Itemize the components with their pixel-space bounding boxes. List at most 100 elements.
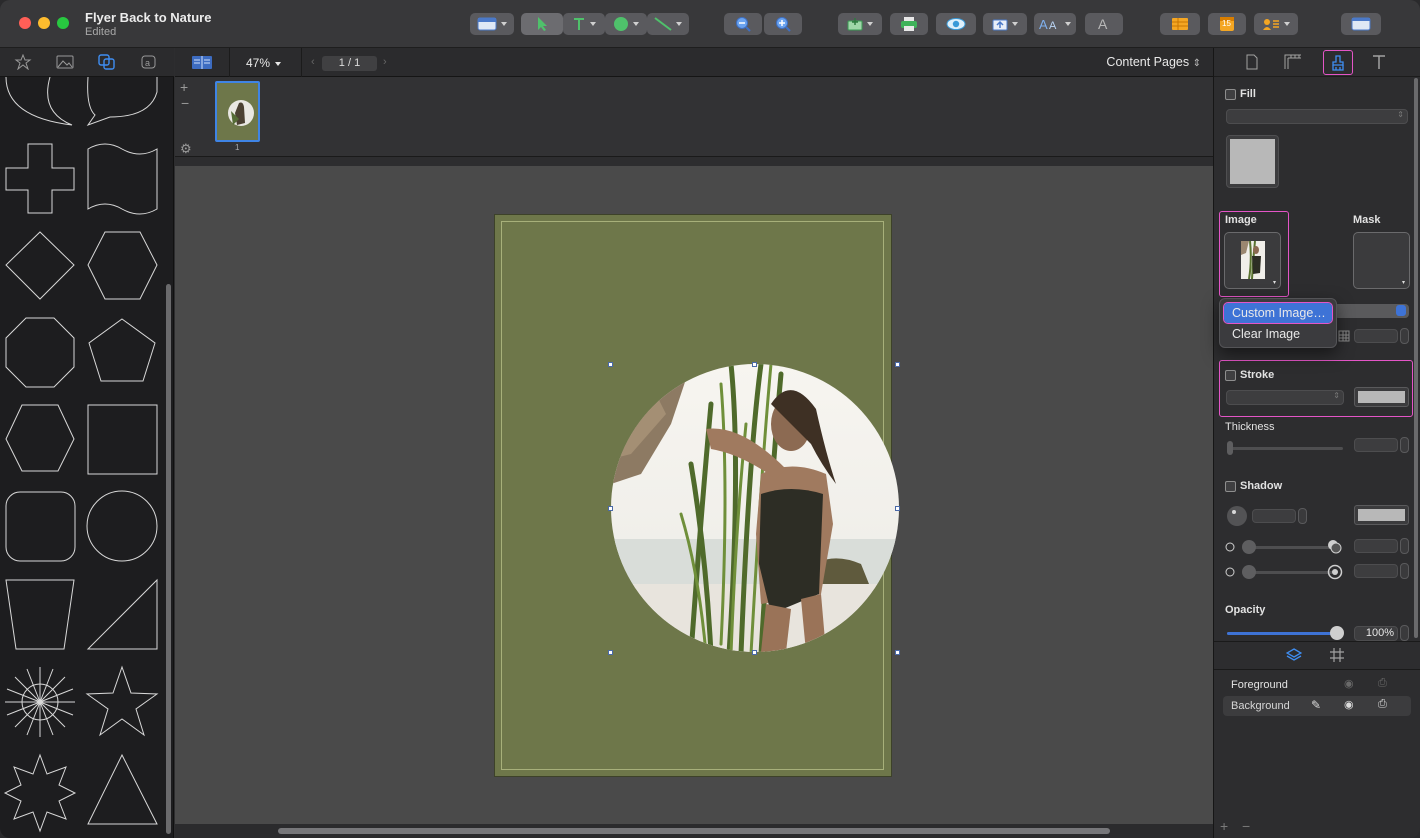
circle-image-photo[interactable] [611, 364, 899, 652]
page-thumbnail[interactable] [215, 81, 260, 142]
remove-layer-icon[interactable]: − [1242, 818, 1250, 834]
shape-circle[interactable] [86, 490, 158, 562]
contacts-button[interactable] [1254, 13, 1298, 35]
select-tool[interactable] [521, 13, 563, 35]
layout-inspector-icon[interactable] [1284, 54, 1302, 70]
thickness-field[interactable] [1354, 438, 1398, 452]
document-canvas[interactable] [175, 166, 1213, 824]
layers-icon[interactable] [1286, 647, 1302, 663]
menu-item-clear-image[interactable]: Clear Image [1224, 324, 1332, 344]
tab-images-icon[interactable] [56, 54, 74, 70]
image-scale-field[interactable] [1354, 329, 1398, 343]
tab-shapes-icon[interactable] [98, 54, 116, 70]
shadow-offset-slider-knob[interactable] [1242, 540, 1256, 554]
selection-handle[interactable] [895, 650, 900, 655]
shape-wave-flag[interactable] [87, 143, 158, 215]
opacity-stepper[interactable] [1400, 625, 1409, 641]
fonts-button[interactable]: AA [1034, 13, 1076, 35]
zoom-select[interactable]: 47% [246, 56, 282, 70]
opacity-field[interactable]: 100% [1354, 626, 1398, 641]
shadow-checkbox[interactable] [1225, 481, 1236, 492]
shadow-blur-stepper[interactable] [1400, 563, 1409, 579]
table-button[interactable] [1160, 13, 1200, 35]
shape-octagon[interactable] [5, 317, 75, 388]
shape-starburst[interactable] [5, 667, 75, 737]
zoom-window-button[interactable] [57, 17, 69, 29]
shadow-angle-field[interactable] [1252, 509, 1296, 523]
print-button[interactable] [890, 13, 928, 35]
mask-well[interactable]: ▾ [1353, 232, 1410, 289]
sidebar-scrollbar[interactable] [166, 284, 171, 834]
stroke-style-select[interactable]: ⇕ [1226, 390, 1344, 405]
shadow-color-well[interactable] [1354, 505, 1409, 525]
add-page-icon[interactable]: + [180, 79, 188, 95]
minimize-window-button[interactable] [38, 17, 50, 29]
selection-handle[interactable] [752, 362, 757, 367]
layer-row-background[interactable]: Background ✎ ◉ ⎙ [1223, 696, 1411, 716]
shape-hexagon[interactable] [87, 231, 158, 300]
zoom-in-button[interactable] [764, 13, 802, 35]
content-pages-select[interactable]: Content Pages ⇕ [1106, 55, 1201, 69]
selection-handle[interactable] [752, 650, 757, 655]
layer-visibility-eye-icon[interactable]: ◉ [1344, 698, 1354, 711]
shape-tool[interactable] [605, 13, 647, 35]
shape-square[interactable] [87, 404, 158, 475]
tab-text-styles-icon[interactable]: a [140, 54, 158, 70]
layout-view-button[interactable] [470, 13, 514, 35]
image-scale-stepper[interactable] [1400, 328, 1409, 344]
selection-handle[interactable] [608, 362, 613, 367]
shape-trapezoid[interactable] [5, 579, 75, 650]
layer-print-icon[interactable]: ⎙ [1378, 698, 1387, 711]
shape-star-8[interactable] [3, 753, 77, 833]
shape-pentagon[interactable] [88, 318, 156, 382]
grid-icon[interactable] [1329, 647, 1345, 663]
shadow-offset-stepper[interactable] [1400, 538, 1409, 554]
prev-page-icon[interactable]: ‹ [311, 56, 315, 68]
shadow-offset-slider-track[interactable] [1244, 546, 1334, 549]
text-style-button[interactable]: A [1085, 13, 1123, 35]
sidebar-toggle-button[interactable] [1341, 13, 1381, 35]
preview-button[interactable] [936, 13, 976, 35]
fill-checkbox[interactable] [1225, 89, 1236, 100]
shape-hexagon-horizontal[interactable] [5, 404, 75, 472]
document-inspector-icon[interactable] [1245, 54, 1259, 70]
image-fit-select[interactable] [1334, 304, 1409, 318]
add-layer-icon[interactable]: + [1220, 818, 1228, 834]
inspector-scrollbar[interactable] [1414, 78, 1418, 638]
remove-page-icon[interactable]: − [181, 95, 189, 111]
shadow-angle-stepper[interactable] [1298, 508, 1307, 524]
style-inspector-tab[interactable] [1323, 50, 1353, 75]
opacity-slider-knob[interactable] [1330, 626, 1344, 640]
menu-item-custom-image[interactable]: Custom Image… [1223, 302, 1333, 324]
line-tool[interactable] [647, 13, 689, 35]
zoom-out-button[interactable] [724, 13, 762, 35]
text-inspector-icon[interactable] [1371, 54, 1387, 70]
thickness-slider-track[interactable] [1228, 447, 1343, 450]
shadow-blur-slider-track[interactable] [1244, 571, 1334, 574]
export-button[interactable] [983, 13, 1027, 35]
shape-speech-bubble-round[interactable] [86, 77, 158, 127]
close-window-button[interactable] [19, 17, 31, 29]
shape-right-triangle[interactable] [86, 578, 158, 650]
selection-handle[interactable] [895, 506, 900, 511]
shape-rounded-square[interactable] [5, 491, 76, 562]
shape-cross[interactable] [5, 143, 75, 214]
shape-diamond[interactable] [5, 231, 75, 300]
calendar-button[interactable]: 15 [1208, 13, 1246, 35]
shadow-blur-field[interactable] [1354, 564, 1398, 578]
stroke-checkbox[interactable] [1225, 370, 1236, 381]
stroke-color-well[interactable] [1354, 387, 1409, 407]
shape-triangle[interactable] [87, 753, 158, 825]
fill-color-well[interactable] [1226, 135, 1279, 188]
layer-visibility-eye-icon[interactable]: ◉ [1344, 677, 1354, 690]
text-tool[interactable] [563, 13, 605, 35]
page-settings-gear-icon[interactable]: ⚙ [180, 141, 192, 157]
thickness-stepper[interactable] [1400, 437, 1409, 453]
layer-row-foreground[interactable]: Foreground ◉ ⎙ [1223, 676, 1411, 694]
shape-speech-bubble-oval[interactable] [5, 77, 73, 126]
page-layout-icon[interactable] [191, 55, 213, 70]
selection-handle[interactable] [608, 650, 613, 655]
next-page-icon[interactable]: › [383, 56, 387, 68]
layer-print-icon[interactable]: ⎙ [1378, 677, 1387, 690]
insert-button[interactable] [838, 13, 882, 35]
